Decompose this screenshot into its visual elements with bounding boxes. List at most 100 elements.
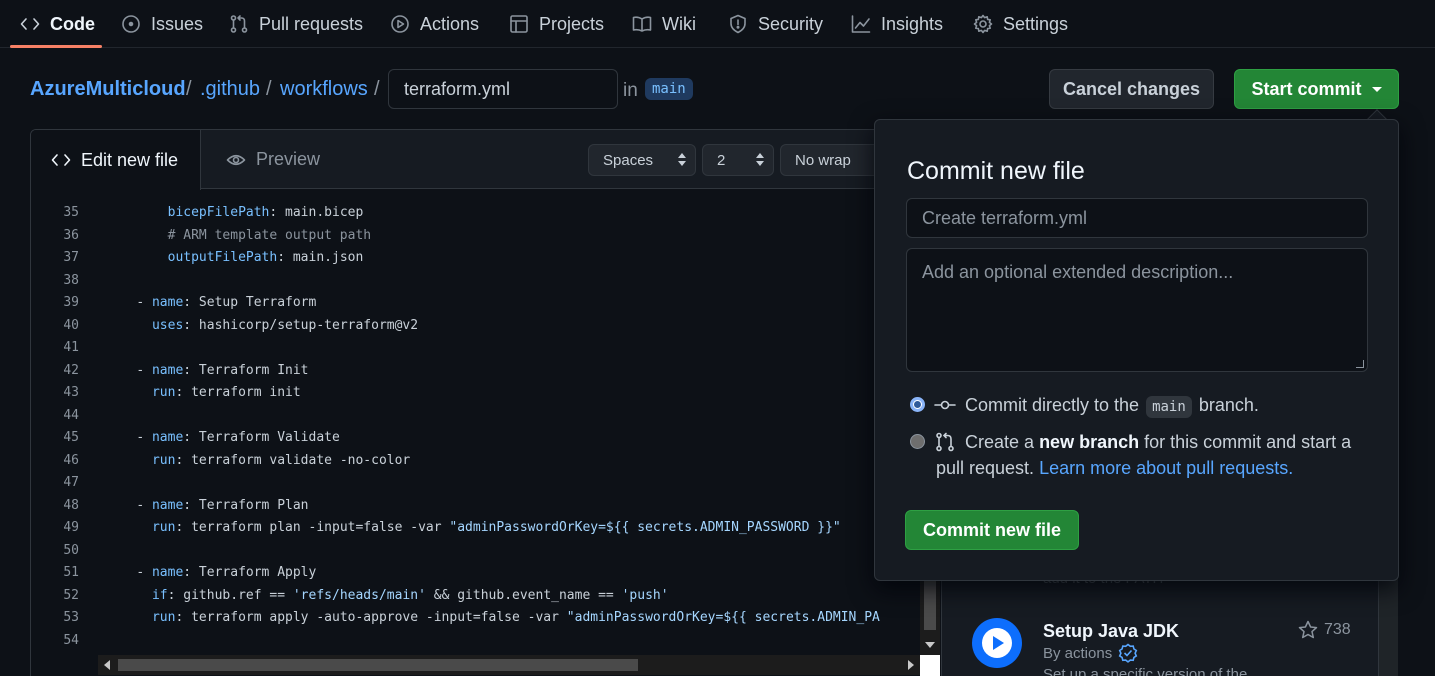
action-stars[interactable]: 738 bbox=[1298, 620, 1351, 640]
commit-description-textarea[interactable]: Add an optional extended description... bbox=[906, 248, 1368, 372]
code-line: 47 bbox=[31, 472, 921, 495]
tab-projects[interactable]: Projects bbox=[509, 0, 604, 48]
horizontal-scrollbar[interactable] bbox=[98, 655, 920, 675]
line-content: # ARM template output path bbox=[105, 225, 372, 248]
resize-handle-icon[interactable] bbox=[1356, 360, 1364, 368]
token-comment: # ARM template output path bbox=[167, 227, 372, 243]
token-string: 'push' bbox=[621, 587, 669, 603]
code-line: 51 - name: Terraform Apply bbox=[31, 562, 921, 585]
token-value: : terraform plan -input=false -var bbox=[175, 520, 450, 535]
line-content: if: github.ref == 'refs/heads/main' && g… bbox=[105, 585, 669, 608]
code-line: 52 if: github.ref == 'refs/heads/main' &… bbox=[31, 585, 921, 608]
tab-settings[interactable]: Settings bbox=[973, 0, 1068, 48]
new-branch-strong: new branch bbox=[1039, 432, 1140, 452]
code-line: 46 run: terraform validate -no-color bbox=[31, 450, 921, 473]
line-content: - name: Terraform Apply bbox=[105, 562, 316, 585]
line-number: 46 bbox=[63, 452, 79, 468]
breadcrumb-workflows-dir[interactable]: workflows bbox=[280, 78, 368, 101]
token-dash: - bbox=[136, 430, 152, 445]
commit-summary-input[interactable]: Create terraform.yml bbox=[906, 198, 1368, 238]
tab-security-label: Security bbox=[758, 13, 824, 34]
scroll-left-arrow-icon[interactable] bbox=[104, 660, 110, 670]
line-content: - name: Terraform Init bbox=[105, 360, 309, 383]
commit-new-file-button[interactable]: Commit new file bbox=[905, 510, 1079, 550]
tab-insights[interactable]: Insights bbox=[851, 0, 943, 48]
select-arrows-icon bbox=[756, 153, 764, 166]
wrap-mode-value: No wrap bbox=[795, 151, 851, 169]
tab-wiki[interactable]: Wiki bbox=[632, 0, 696, 48]
line-number: 39 bbox=[63, 295, 79, 310]
scrollbar-thumb[interactable] bbox=[924, 580, 936, 630]
commit-direct-branch: main bbox=[1146, 396, 1192, 418]
indent-size-value: 2 bbox=[717, 151, 726, 169]
line-number: 49 bbox=[63, 520, 79, 535]
line-number: 51 bbox=[63, 565, 79, 580]
code-line: 35 bicepFilePath: main.bicep bbox=[31, 202, 921, 225]
code-line: 50 bbox=[31, 540, 921, 563]
token-value: : Terraform Init bbox=[183, 362, 309, 378]
star-icon bbox=[1298, 620, 1318, 639]
token-key: bicepFilePath bbox=[167, 205, 270, 220]
scroll-down-arrow-icon[interactable] bbox=[925, 642, 935, 648]
tab-edit-new-file[interactable]: Edit new file bbox=[31, 130, 201, 190]
selected-tab-underline bbox=[10, 45, 102, 48]
learn-more-pull-requests-link[interactable]: Learn more about pull requests. bbox=[1039, 458, 1293, 478]
tab-actions[interactable]: Actions bbox=[390, 0, 479, 48]
line-number: 41 bbox=[63, 340, 79, 355]
tab-issues[interactable]: Issues bbox=[121, 0, 203, 48]
commit-new-branch-radio[interactable] bbox=[910, 434, 925, 449]
tab-insights-label: Insights bbox=[881, 13, 944, 34]
line-content: uses: hashicorp/setup-terraform@v2 bbox=[105, 315, 418, 338]
tab-code[interactable]: Code bbox=[20, 0, 95, 48]
cancel-changes-button[interactable]: Cancel changes bbox=[1049, 69, 1214, 109]
breadcrumb-separator: / bbox=[266, 78, 272, 100]
new-branch-text-after: for this commit and start a bbox=[1144, 432, 1352, 452]
token-dash: - bbox=[136, 295, 152, 310]
line-number: 43 bbox=[63, 385, 79, 400]
code-icon bbox=[20, 18, 40, 30]
token-value: : Terraform Plan bbox=[183, 497, 309, 513]
scroll-right-arrow-icon[interactable] bbox=[908, 660, 914, 670]
graph-icon bbox=[851, 15, 871, 33]
filename-input[interactable]: terraform.yml bbox=[388, 69, 618, 109]
commit-direct-radio[interactable] bbox=[910, 397, 925, 412]
table-icon bbox=[510, 15, 528, 33]
action-author: By actions bbox=[1043, 643, 1138, 663]
code-line: 48 - name: Terraform Plan bbox=[31, 495, 921, 518]
breadcrumb-separator: / bbox=[374, 78, 380, 100]
code-area[interactable]: 35 bicepFilePath: main.bicep 36 # ARM tem… bbox=[31, 202, 921, 652]
tab-security[interactable]: Security bbox=[728, 0, 823, 48]
indent-size-select[interactable]: 2 bbox=[702, 144, 774, 176]
tab-pull-requests-label: Pull requests bbox=[259, 13, 364, 34]
start-commit-button[interactable]: Start commit bbox=[1234, 69, 1399, 109]
tab-preview[interactable]: Preview bbox=[226, 130, 320, 189]
token-value: : github.ref == bbox=[167, 587, 293, 603]
scrollbar-thumb[interactable] bbox=[118, 659, 638, 671]
breadcrumb-repo[interactable]: AzureMulticloud bbox=[30, 78, 186, 101]
token-key: run bbox=[151, 610, 176, 625]
line-content: run: terraform validate -no-color bbox=[105, 450, 410, 473]
commit-direct-suffix: branch. bbox=[1198, 395, 1259, 415]
action-title-link[interactable]: Setup Java JDK bbox=[1043, 621, 1179, 642]
commit-new-branch-label[interactable]: Create a new branch for this commit and … bbox=[965, 429, 1351, 455]
line-number: 35 bbox=[63, 205, 79, 220]
select-arrows-icon bbox=[678, 153, 686, 166]
tab-wiki-label: Wiki bbox=[662, 13, 696, 34]
code-line: 39 - name: Setup Terraform bbox=[31, 292, 921, 315]
indent-mode-select[interactable]: Spaces bbox=[588, 144, 696, 176]
token-key: if bbox=[151, 587, 168, 603]
token-key: name bbox=[151, 430, 184, 445]
token-value: : Terraform Apply bbox=[183, 565, 317, 580]
file-editor: Edit new file Preview Spaces 2 No wrap 3… bbox=[30, 129, 942, 676]
eye-icon bbox=[226, 154, 246, 165]
caret-down-icon bbox=[1371, 86, 1382, 92]
code-line: 41 bbox=[31, 337, 921, 360]
line-content: bicepFilePath: main.bicep bbox=[105, 202, 364, 225]
code-line: 49 run: terraform plan -input=false -var… bbox=[31, 517, 921, 540]
pull-request-icon bbox=[936, 432, 954, 452]
commit-direct-label[interactable]: Commit directly to the main branch. bbox=[965, 392, 1259, 418]
tab-pull-requests[interactable]: Pull requests bbox=[229, 0, 363, 48]
breadcrumb-github-dir[interactable]: .github bbox=[200, 78, 260, 101]
line-number: 40 bbox=[63, 317, 79, 333]
line-content: - name: Terraform Plan bbox=[105, 495, 309, 518]
